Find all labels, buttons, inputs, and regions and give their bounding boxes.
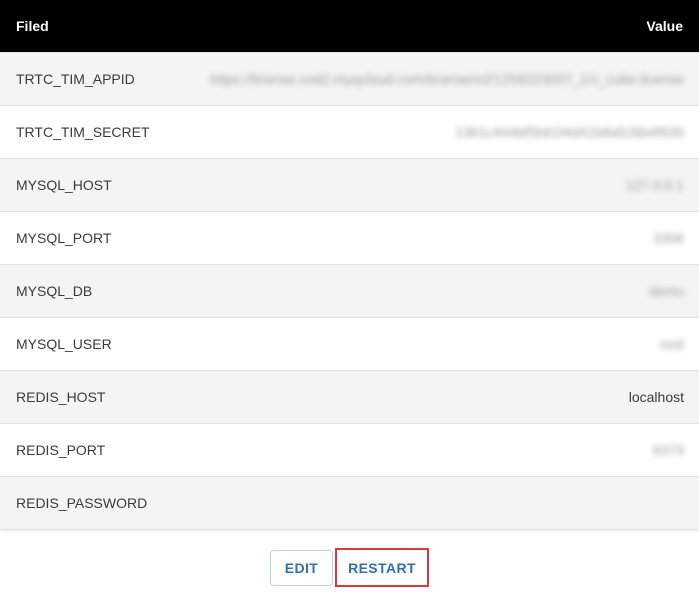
config-table: Filed Value TRTC_TIM_APPID https://licens… [0,0,699,529]
row-value: root [659,336,684,352]
row-value: 6379 [652,442,684,458]
table-row: TRTC_TIM_SECRET 1361c444bf5b61f4d41b8a526… [0,105,699,158]
edit-button[interactable]: EDIT [270,550,333,586]
table-header: Filed Value [0,0,699,52]
action-bar: EDIT RESTART [0,548,699,587]
table-row: TRTC_TIM_APPID https://license.vod2.myqcl… [0,52,699,105]
table-row: MYSQL_PORT 3306 [0,211,699,264]
row-field-name: REDIS_HOST [16,389,106,405]
row-field-name: MYSQL_HOST [16,177,112,193]
row-field-name: TRTC_TIM_SECRET [16,124,150,140]
header-value: Value [646,18,683,34]
row-field-name: REDIS_PASSWORD [16,495,148,511]
header-field: Filed [16,18,49,34]
row-value: 127.0.0.1 [625,177,684,193]
table-body: TRTC_TIM_APPID https://license.vod2.myqcl… [0,52,699,529]
row-field-name: MYSQL_USER [16,336,112,352]
table-row: REDIS_PASSWORD [0,476,699,529]
table-row: MYSQL_HOST 127.0.0.1 [0,158,699,211]
table-row: MYSQL_USER root [0,317,699,370]
table-row: REDIS_PORT 6379 [0,423,699,476]
table-row: REDIS_HOST localhost [0,370,699,423]
table-row: MYSQL_DB demo [0,264,699,317]
row-value: 3306 [652,230,684,246]
row-value: demo [648,283,684,299]
row-field-name: TRTC_TIM_APPID [16,71,135,87]
restart-button[interactable]: RESTART [335,548,429,587]
row-value: localhost [628,389,684,405]
row-value: 1361c444bf5b61f4d41b8a526b4f635 [455,124,684,140]
row-field-name: MYSQL_PORT [16,230,112,246]
row-field-name: MYSQL_DB [16,283,93,299]
row-field-name: REDIS_PORT [16,442,106,458]
row-value: https://license.vod2.myqcloud.com/licens… [210,71,684,87]
